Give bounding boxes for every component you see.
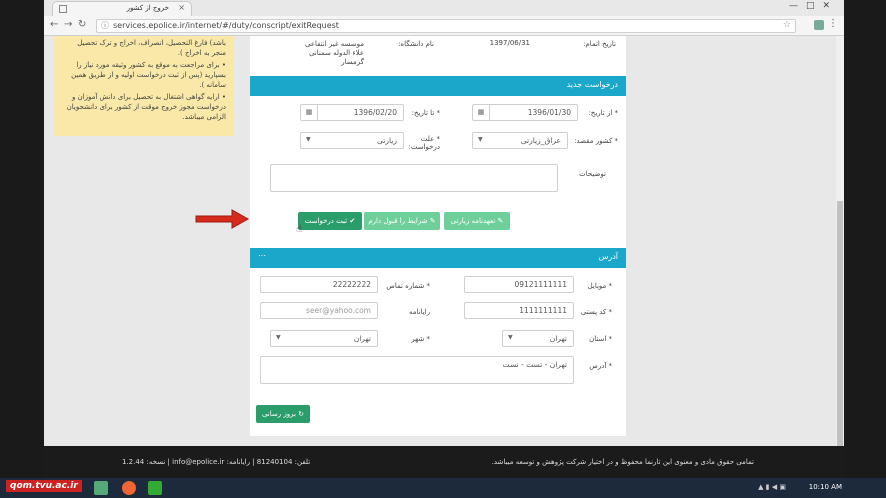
scrollbar-thumb[interactable] bbox=[837, 201, 843, 446]
url-text: services.epolice.ir/internet/#/duty/cons… bbox=[113, 21, 339, 30]
new-request-title: درخواست جدید bbox=[566, 80, 618, 89]
info-icon[interactable]: ⓘ bbox=[101, 20, 109, 31]
city-select[interactable]: تهران ▼ bbox=[270, 330, 378, 347]
new-request-header: درخواست جدید bbox=[250, 76, 626, 96]
to-date-label: * تا تاریخ: bbox=[411, 109, 440, 117]
city-label: * شهر bbox=[411, 335, 430, 343]
from-date-label: * از تاریخ: bbox=[588, 109, 618, 117]
student-info: تاریخ اتمام: 1397/06/31 نام دانشگاه: موس… bbox=[250, 36, 626, 76]
address-textarea[interactable]: تهران - تست - تست bbox=[260, 356, 574, 384]
reason-select[interactable]: زیارتی ▼ bbox=[300, 132, 404, 149]
province-select[interactable]: تهران ▼ bbox=[502, 330, 574, 347]
forward-icon[interactable]: → bbox=[64, 19, 72, 30]
address-label: * آدرس bbox=[589, 362, 612, 370]
pledge-button[interactable]: ✎ تعهدنامه زیارتی bbox=[444, 212, 510, 230]
red-arrow-annotation bbox=[195, 209, 250, 229]
watermark: qom.tvu.ac.ir bbox=[6, 480, 82, 492]
end-date-label: تاریخ اتمام: bbox=[583, 40, 616, 48]
footer-contact: تلفن: 81240104 | رایانامه: info@epolice.… bbox=[122, 458, 311, 466]
main-panel: تاریخ اتمام: 1397/06/31 نام دانشگاه: موس… bbox=[250, 36, 626, 436]
reason-label: * علت درخواست: bbox=[408, 135, 440, 151]
star-icon[interactable]: ☆ bbox=[783, 20, 791, 30]
browser-window: خروج از کشور × —□✕ ← → ↻ ⓘ services.epol… bbox=[44, 0, 844, 498]
footer-copyright: تمامی حقوق مادی و معنوی این تارنما محفوظ… bbox=[491, 458, 754, 466]
update-button[interactable]: ↻ بروز رسانی bbox=[256, 405, 310, 423]
close-icon[interactable]: × bbox=[178, 3, 185, 12]
scrollbar[interactable] bbox=[836, 36, 844, 446]
system-tray[interactable]: ▲ ▮ ◀ ▣ bbox=[758, 483, 786, 491]
mobile-input[interactable]: 09121111111 bbox=[464, 276, 574, 293]
mobile-label: * موبایل bbox=[587, 282, 612, 290]
calendar-icon[interactable]: ▦ bbox=[301, 105, 318, 120]
description-label: توضیحات bbox=[579, 170, 606, 178]
page-content: باشد) فارغ التحصیل، انصراف، اخراج و ترک … bbox=[44, 36, 836, 446]
tab-title: خروج از کشور bbox=[126, 4, 169, 12]
browser-tab[interactable]: خروج از کشور × bbox=[52, 1, 192, 16]
end-date-value: 1397/06/31 bbox=[489, 39, 530, 47]
notice-item: • برای مراجعت به موقع به کشور وثیقه مورد… bbox=[71, 61, 226, 89]
address-header: آدرس ⋯ bbox=[250, 248, 626, 268]
site-footer: تمامی حقوق مادی و معنوی این تارنما محفوظ… bbox=[44, 446, 844, 478]
menu-icon[interactable]: ⋮ bbox=[828, 18, 838, 29]
chevron-down-icon: ▼ bbox=[306, 136, 311, 143]
chevron-down-icon: ▼ bbox=[276, 334, 281, 341]
destination-label: * کشور مقصد: bbox=[574, 137, 618, 145]
taskbar-app-icon[interactable] bbox=[94, 481, 108, 495]
phone-input[interactable]: 22222222 bbox=[260, 276, 378, 293]
back-icon[interactable]: ← bbox=[50, 19, 58, 30]
mouse-cursor-icon: ☝ bbox=[296, 224, 303, 235]
email-input[interactable]: seer@yahoo.com bbox=[260, 302, 378, 319]
university-label: نام دانشگاه: bbox=[398, 40, 434, 48]
phone-label: * شماره تماس bbox=[386, 282, 430, 290]
calendar-icon[interactable]: ▦ bbox=[473, 105, 490, 120]
taskbar-app-icon[interactable] bbox=[148, 481, 162, 495]
page-icon bbox=[59, 5, 67, 13]
accept-rules-button[interactable]: ✎ شرایط را قبول دارم bbox=[364, 212, 440, 230]
url-input[interactable]: ⓘ services.epolice.ir/internet/#/duty/co… bbox=[96, 19, 796, 33]
window-controls[interactable]: —□✕ bbox=[789, 1, 838, 11]
notice-item: باشد) فارغ التحصیل، انصراف، اخراج و ترک … bbox=[77, 39, 226, 57]
postal-label: * کد پستی bbox=[580, 308, 612, 316]
postal-input[interactable]: 1111111111 bbox=[464, 302, 574, 319]
destination-select[interactable]: عراق_زیارتی ▼ bbox=[472, 132, 568, 149]
chevron-down-icon: ▼ bbox=[508, 334, 513, 341]
email-label: رایانامه bbox=[409, 308, 430, 316]
notice-box: باشد) فارغ التحصیل، انصراف، اخراج و ترک … bbox=[54, 36, 234, 136]
extension-icon[interactable] bbox=[814, 20, 824, 30]
firefox-icon[interactable] bbox=[122, 481, 136, 495]
reload-icon[interactable]: ↻ bbox=[78, 19, 86, 30]
taskbar: qom.tvu.ac.ir ▲ ▮ ◀ ▣ 10:10 AM bbox=[0, 478, 886, 498]
university-value: موسسه غیر انتفاعی علاء الدوله سمنانی گرم… bbox=[304, 40, 364, 66]
description-textarea[interactable] bbox=[270, 164, 558, 192]
address-title: آدرس bbox=[598, 252, 618, 261]
to-date-input[interactable]: 1396/02/20 ▦ bbox=[300, 104, 404, 121]
address-bar: ← → ↻ ⓘ services.epolice.ir/internet/#/d… bbox=[44, 16, 844, 36]
chevron-down-icon: ▼ bbox=[478, 136, 483, 143]
clock: 10:10 AM bbox=[808, 483, 842, 491]
submit-request-button[interactable]: ✔ ثبت درخواست bbox=[298, 212, 362, 230]
from-date-input[interactable]: 1396/01/30 ▦ bbox=[472, 104, 578, 121]
notice-item: • ارایه گواهی اشتغال به تحصیل برای دانش … bbox=[66, 93, 226, 121]
province-label: * استان bbox=[589, 335, 612, 343]
collapse-icon[interactable]: ⋯ bbox=[258, 251, 266, 260]
title-bar: خروج از کشور × —□✕ bbox=[44, 0, 844, 16]
